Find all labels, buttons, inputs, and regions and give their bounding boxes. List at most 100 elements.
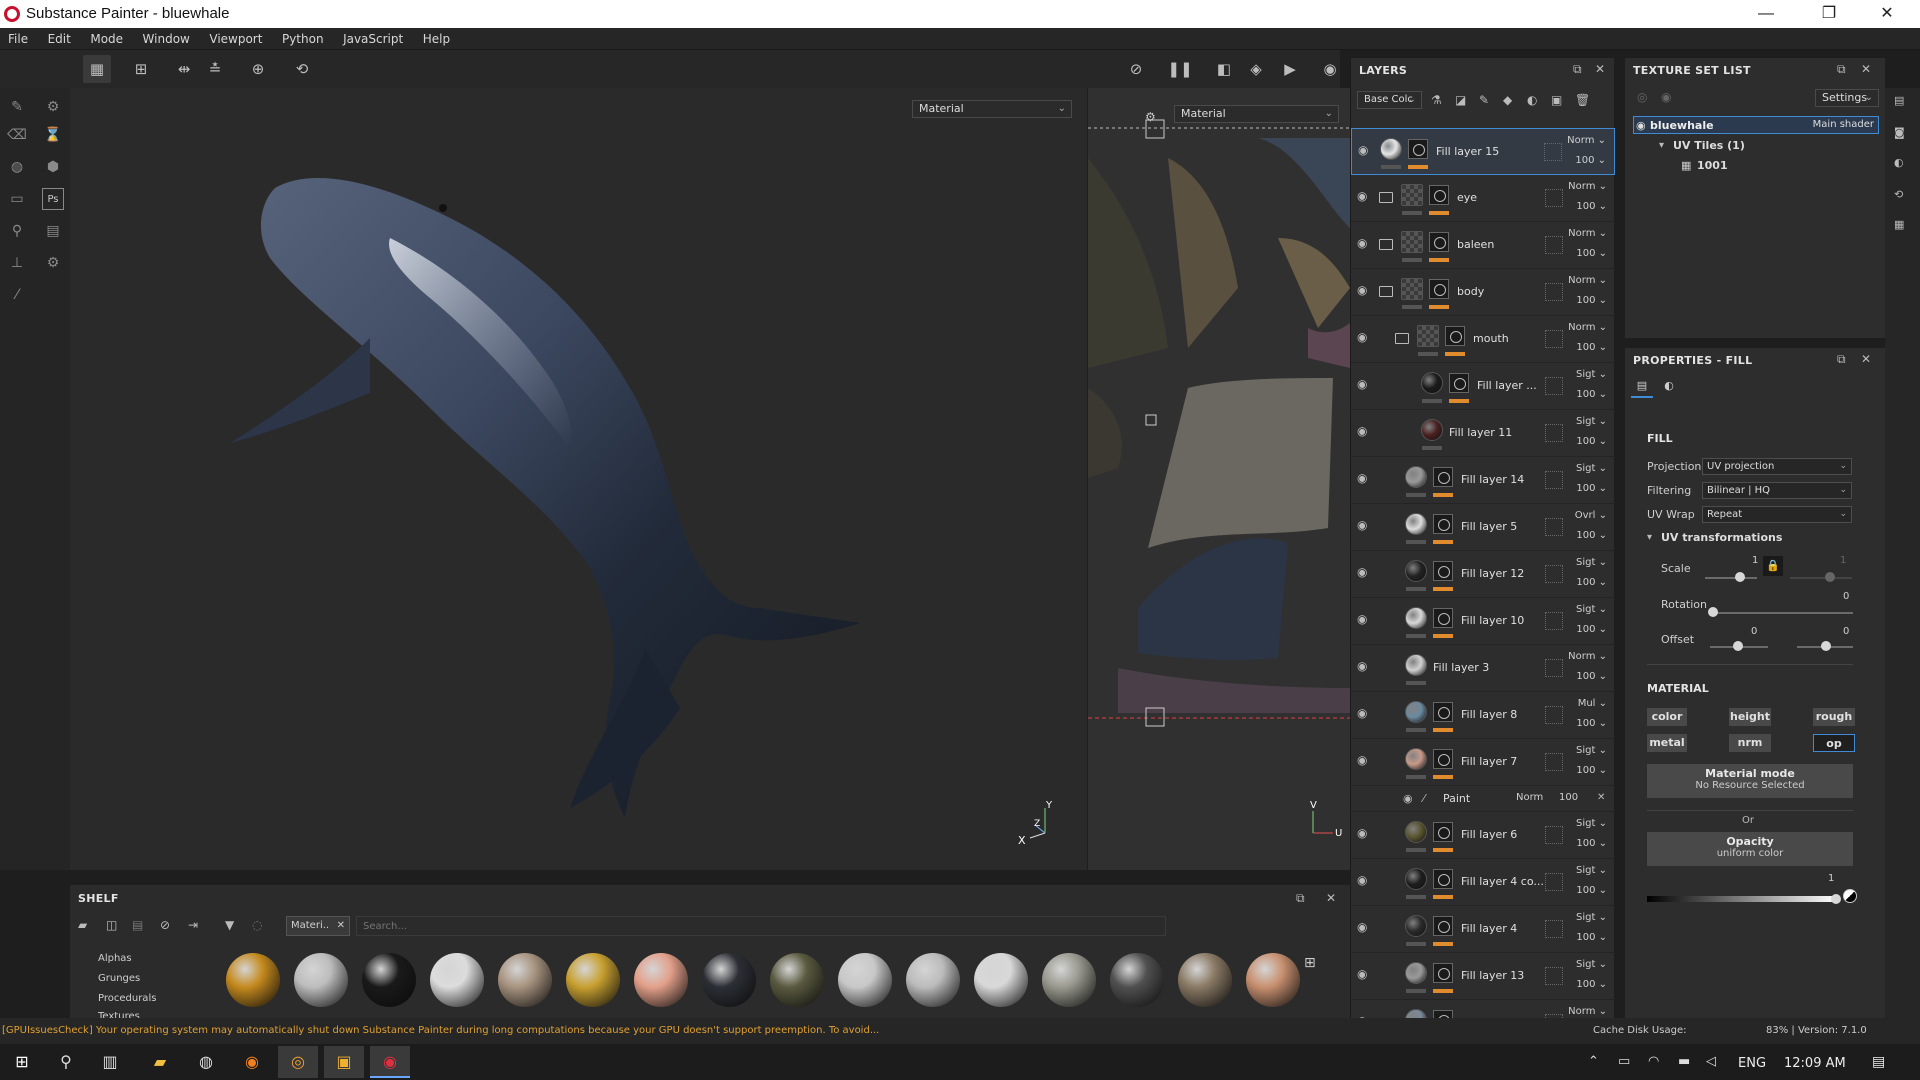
projection-select[interactable]: UV projection ⌄ bbox=[1702, 458, 1852, 475]
opacity-select[interactable]: 100 ⌄ bbox=[1576, 483, 1607, 494]
add-folder-icon[interactable]: ▣ bbox=[1551, 93, 1562, 107]
channel-rough-button[interactable]: rough bbox=[1813, 708, 1855, 726]
shader-name[interactable]: Main shader bbox=[1813, 119, 1874, 130]
scale-slider-track[interactable] bbox=[1705, 577, 1757, 579]
material-thumbnail[interactable] bbox=[1110, 953, 1164, 1007]
blend-mode-select[interactable]: Sigt ⌄ bbox=[1576, 604, 1607, 615]
layer-mask-thumbnail[interactable] bbox=[1433, 608, 1453, 628]
eye-icon[interactable]: ◉ bbox=[1357, 827, 1373, 839]
chevron-up-icon[interactable]: ⌃ bbox=[1588, 1054, 1599, 1069]
rotation-slider-track[interactable] bbox=[1710, 612, 1853, 614]
category-procedurals[interactable]: Procedurals bbox=[98, 993, 156, 1004]
eye-icon[interactable]: ◉ bbox=[1357, 613, 1373, 625]
layer-mask-thumbnail[interactable] bbox=[1429, 279, 1449, 299]
blend-mode-select[interactable]: Sigt ⌄ bbox=[1576, 865, 1607, 876]
menu-file[interactable]: File bbox=[0, 28, 36, 50]
blend-mode-select[interactable]: Mul ⌄ bbox=[1578, 698, 1607, 709]
status-message[interactable]: [GPUIssuesCheck] Your operating system m… bbox=[2, 1025, 879, 1036]
log-icon[interactable]: ▦ bbox=[1894, 218, 1904, 231]
menu-mode[interactable]: Mode bbox=[82, 28, 131, 50]
layer-row[interactable]: ◉ Fill layer 10 Sigt ⌄ 100 ⌄ bbox=[1351, 598, 1615, 645]
rotation-value[interactable]: 0 bbox=[1843, 591, 1849, 602]
layer-name[interactable]: mouth bbox=[1473, 332, 1509, 345]
close-panel-icon[interactable]: ✕ bbox=[1861, 352, 1871, 366]
layer-dropdown-slot[interactable] bbox=[1545, 471, 1563, 489]
eye-icon[interactable]: ◉ bbox=[1357, 874, 1373, 886]
layer-dropdown-slot[interactable] bbox=[1545, 873, 1563, 891]
offset-u-slider-knob[interactable] bbox=[1733, 641, 1743, 651]
material-thumbnail[interactable] bbox=[1178, 953, 1232, 1007]
battery-icon[interactable]: ▬ bbox=[1678, 1054, 1690, 1069]
layer-row[interactable]: ◉ eye Norm ⌄ 100 ⌄ bbox=[1351, 175, 1615, 222]
layer-dropdown-slot[interactable] bbox=[1545, 518, 1563, 536]
projection-icon[interactable]: ◍ bbox=[6, 156, 28, 178]
windows-start-icon[interactable]: ⊞ bbox=[2, 1046, 42, 1078]
uv-tiles-label[interactable]: UV Tiles (1) bbox=[1673, 139, 1745, 152]
eye-icon[interactable]: ◉ bbox=[1357, 660, 1373, 672]
material-thumbnail[interactable] bbox=[702, 953, 756, 1007]
folder-icon[interactable] bbox=[1379, 286, 1393, 297]
delete-layer-icon[interactable]: 🗑 bbox=[1575, 93, 1590, 107]
layer-mask-thumbnail[interactable] bbox=[1445, 326, 1465, 346]
color-picker-icon[interactable]: ⁄ bbox=[6, 284, 28, 306]
menu-window[interactable]: Window bbox=[135, 28, 198, 50]
layer-row[interactable]: ◉ baleen Norm ⌄ 100 ⌄ bbox=[1351, 222, 1615, 269]
chevron-down-icon[interactable]: ▾ bbox=[1659, 140, 1664, 151]
color-picker-icon[interactable] bbox=[1843, 889, 1857, 903]
layer-mask-thumbnail[interactable] bbox=[1433, 467, 1453, 487]
search-icon[interactable]: ⚲ bbox=[46, 1046, 86, 1078]
offset-u-value[interactable]: 0 bbox=[1751, 626, 1757, 637]
paint-effect-row[interactable]: ◉ ⁄ Paint Norm 100 ✕ bbox=[1351, 786, 1615, 812]
viewport-2d[interactable]: Material ⌄ ⚙ V U bbox=[1088, 88, 1350, 870]
layer-row[interactable]: ◉ Fill layer 14 Sigt ⌄ 100 ⌄ bbox=[1351, 457, 1615, 504]
close-button[interactable]: ✕ bbox=[1864, 2, 1910, 26]
scale-value[interactable]: 1 bbox=[1752, 555, 1758, 566]
category-grunges[interactable]: Grunges bbox=[98, 973, 140, 984]
clock[interactable]: 12:09 AM bbox=[1784, 1056, 1846, 1071]
opacity-select[interactable]: 100 ⌄ bbox=[1576, 624, 1607, 635]
opacity-slider-knob[interactable] bbox=[1831, 894, 1841, 904]
refresh-icon[interactable]: ◌ bbox=[252, 918, 262, 932]
opacity-uniform-button[interactable]: Opacity uniform color bbox=[1647, 832, 1853, 866]
wifi-icon[interactable]: ◠ bbox=[1648, 1054, 1659, 1069]
visibility-all-icon[interactable]: ◉ bbox=[1661, 90, 1671, 104]
eye-icon[interactable]: ◉ bbox=[1358, 144, 1374, 156]
grid-layout-icon[interactable]: ⊞ bbox=[1304, 955, 1316, 971]
layer-row[interactable]: ◉ mouth Norm ⌄ 100 ⌄ bbox=[1351, 316, 1615, 363]
layer-row[interactable]: ◉ body Norm ⌄ 100 ⌄ bbox=[1351, 269, 1615, 316]
opacity-select[interactable]: 100 ⌄ bbox=[1576, 838, 1607, 849]
chevron-down-icon[interactable]: ▾ bbox=[1647, 532, 1652, 543]
symmetry-icon[interactable]: ⇹ bbox=[170, 55, 198, 83]
grid-view-icon[interactable]: ⊞ bbox=[127, 55, 155, 83]
menu-python[interactable]: Python bbox=[274, 28, 332, 50]
add-view-icon[interactable]: ⊕ bbox=[244, 55, 272, 83]
layer-name[interactable]: Fill layer 4 co... bbox=[1461, 875, 1544, 888]
layer-name[interactable]: Fill layer 11 bbox=[1449, 426, 1512, 439]
layer-mask-thumbnail[interactable] bbox=[1433, 702, 1453, 722]
eye-icon[interactable]: ◉ bbox=[1357, 331, 1373, 343]
channel-nrm-button[interactable]: nrm bbox=[1729, 734, 1771, 752]
layer-row[interactable]: ◉ Fill layer 3 Norm ⌄ 100 ⌄ bbox=[1351, 645, 1615, 692]
shelf-search-input[interactable] bbox=[356, 916, 1166, 936]
layer-row[interactable]: ◉ Fill layer ... Sigt ⌄ 100 ⌄ bbox=[1351, 363, 1615, 410]
opacity-select[interactable]: 100 ⌄ bbox=[1576, 671, 1607, 682]
single-view-icon[interactable]: ▦ bbox=[83, 55, 111, 83]
layer-dropdown-slot[interactable] bbox=[1545, 920, 1563, 938]
layer-dropdown-slot[interactable] bbox=[1545, 659, 1563, 677]
blend-mode-select[interactable]: Norm ⌄ bbox=[1568, 322, 1607, 333]
layer-row[interactable]: ◉ Fill layer 11 Sigt ⌄ 100 ⌄ bbox=[1351, 410, 1615, 457]
fill-tab-icon[interactable]: ▤ bbox=[1631, 376, 1653, 398]
layer-mask-thumbnail[interactable] bbox=[1433, 822, 1453, 842]
material-thumbnail[interactable] bbox=[566, 953, 620, 1007]
uv-transformations-header[interactable]: UV transformations bbox=[1661, 531, 1782, 544]
paint-opacity[interactable]: 100 bbox=[1559, 792, 1578, 803]
filter-tag[interactable]: Materi.. ✕ bbox=[286, 916, 350, 936]
opacity-select[interactable]: 100 ⌄ bbox=[1576, 201, 1607, 212]
layer-mask-thumbnail[interactable] bbox=[1429, 232, 1449, 252]
layer-name[interactable]: Fill layer 8 bbox=[1461, 708, 1517, 721]
layer-dropdown-slot[interactable] bbox=[1545, 753, 1563, 771]
opacity-select[interactable]: 100 ⌄ bbox=[1576, 765, 1607, 776]
blend-mode-select[interactable]: Sigt ⌄ bbox=[1576, 369, 1607, 380]
save-icon[interactable]: ▤ bbox=[132, 918, 143, 932]
visibility-toggle-icon[interactable]: ◎ bbox=[1637, 90, 1647, 104]
